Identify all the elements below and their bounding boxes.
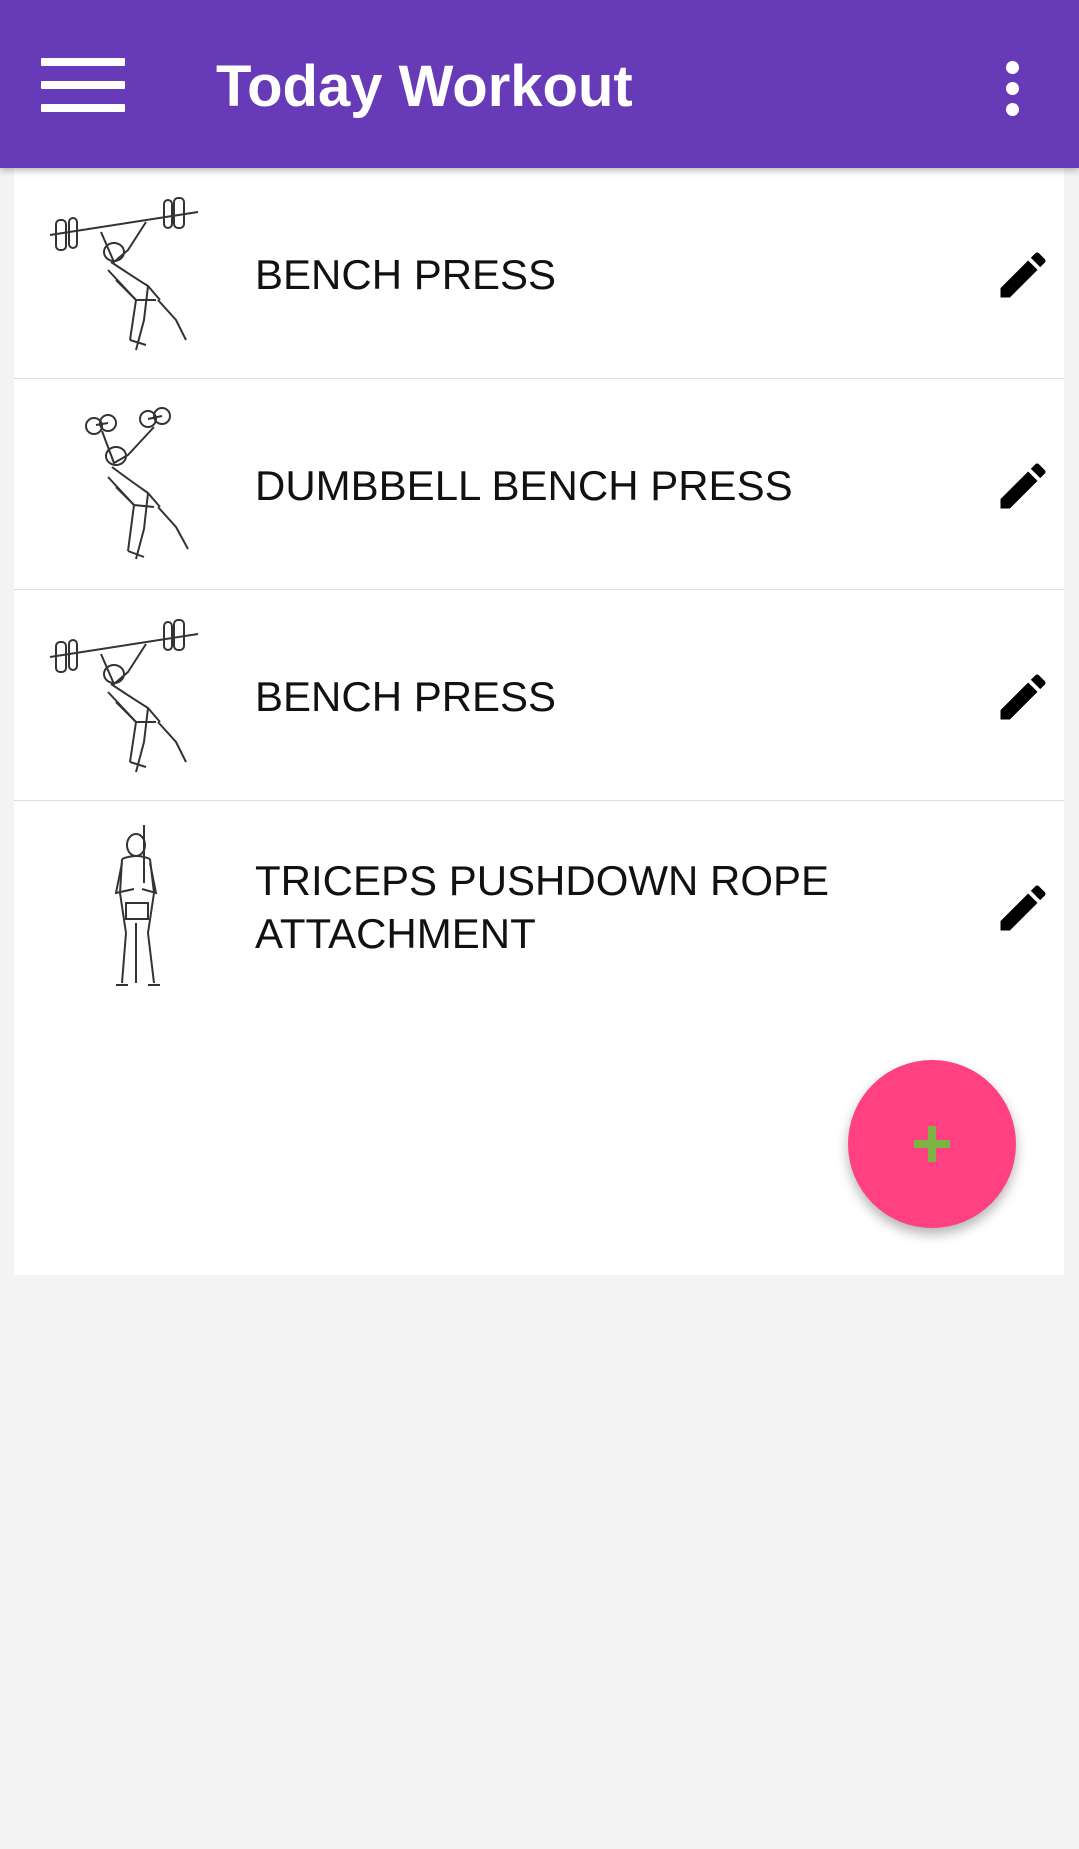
workout-name: BENCH PRESS (255, 251, 557, 298)
pencil-icon[interactable] (988, 873, 1058, 943)
page-title: Today Workout (216, 54, 633, 119)
plus-icon (914, 1126, 950, 1162)
triceps-pushdown-illustration (114, 825, 160, 986)
pencil-icon[interactable] (988, 662, 1058, 732)
workout-row[interactable]: BENCH PRESS (14, 590, 1064, 801)
hamburger-menu-icon[interactable] (30, 40, 136, 130)
pencil-icon[interactable] (988, 240, 1058, 310)
workout-row[interactable]: BENCH PRESS (14, 168, 1064, 379)
workout-name: BENCH PRESS (255, 673, 557, 720)
barbell-bench-press-illustration (49, 197, 199, 351)
pencil-icon[interactable] (988, 451, 1058, 521)
workout-row[interactable]: DUMBBELL BENCH PRESS (14, 379, 1064, 590)
dumbbell-bench-press-illustration (85, 407, 189, 560)
workout-row[interactable]: TRICEPS PUSHDOWN ROPE ATTACHMENT (14, 801, 1064, 1012)
app-bar: Today Workout (0, 0, 1079, 168)
barbell-bench-press-illustration (49, 619, 199, 773)
workout-name: TRICEPS PUSHDOWN ROPE ATTACHMENT (255, 857, 830, 957)
add-workout-button[interactable] (848, 1060, 1016, 1228)
workout-name: DUMBBELL BENCH PRESS (255, 462, 793, 509)
more-vert-icon[interactable] (986, 48, 1038, 128)
